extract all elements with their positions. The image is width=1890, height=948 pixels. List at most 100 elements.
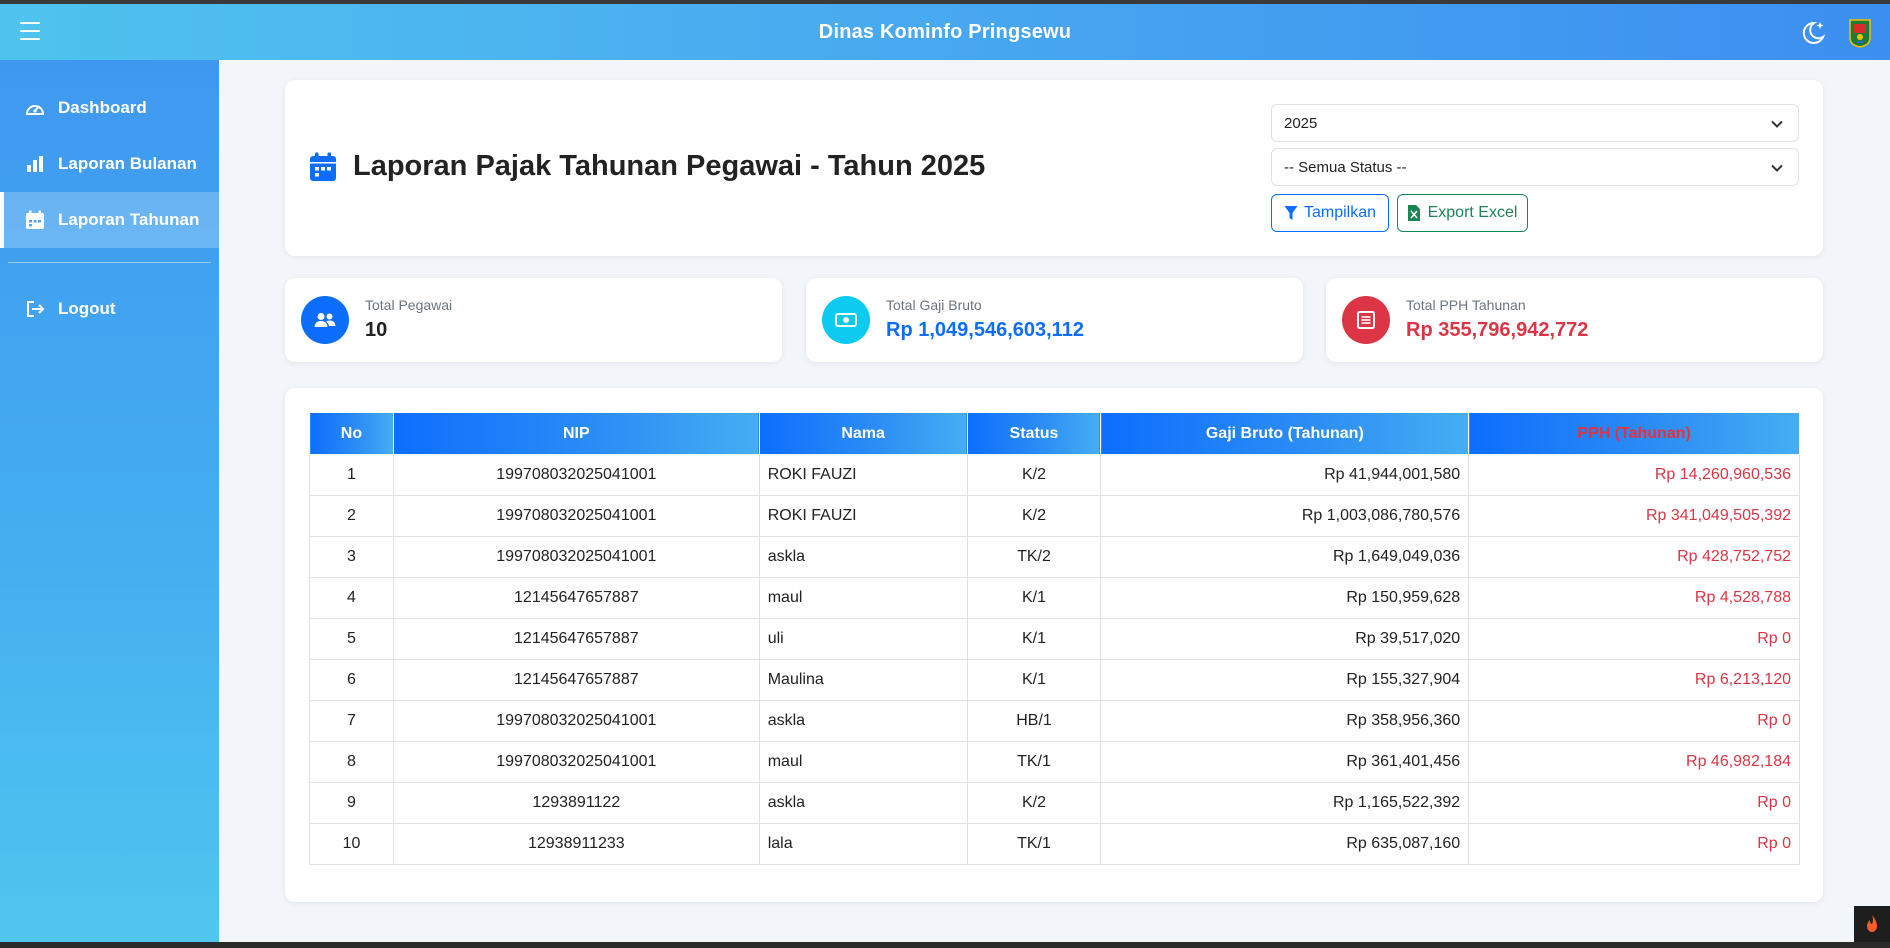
column-header-no[interactable]: No xyxy=(309,412,394,455)
app-brand: Dinas Kominfo Pringsewu xyxy=(818,20,1072,43)
cell-status: K/2 xyxy=(966,782,1102,824)
cell-no: 10 xyxy=(309,823,394,865)
cell-gaji: Rp 358,956,360 xyxy=(1100,700,1470,742)
cell-nip: 199708032025041001 xyxy=(392,700,760,742)
sidebar-item-label: Laporan Tahunan xyxy=(58,210,200,229)
cell-no: 6 xyxy=(309,659,394,701)
cell-nama: maul xyxy=(758,741,968,783)
cell-pph: Rp 428,752,752 xyxy=(1468,536,1800,578)
window-frame-bottom xyxy=(0,942,1890,948)
cell-nama: ROKI FAUZI xyxy=(758,495,968,537)
logout-icon xyxy=(24,298,46,320)
page-title: Laporan Pajak Tahunan Pegawai - Tahun 20… xyxy=(309,150,985,183)
cell-pph: Rp 0 xyxy=(1468,823,1800,865)
sidebar-item-laporan-tahunan[interactable]: Laporan Tahunan xyxy=(0,192,219,248)
stat-label: Total Pegawai xyxy=(365,297,453,313)
status-select[interactable]: -- Semua Status -- xyxy=(1271,148,1799,186)
cell-nama: ROKI FAUZI xyxy=(758,454,968,496)
page-title-text: Laporan Pajak Tahunan Pegawai - Tahun 20… xyxy=(353,150,986,182)
stat-value-total-pegawai: 10 xyxy=(365,319,388,341)
table-row: 6 12145647657887 Maulina K/1 Rp 155,327,… xyxy=(309,659,1800,701)
table-row: 9 1293891122 askla K/2 Rp 1,165,522,392 … xyxy=(309,782,1800,824)
cell-gaji: Rp 1,649,049,036 xyxy=(1100,536,1470,578)
tax-report-table-card: No NIP Nama Status Gaji Bruto (Tahunan) … xyxy=(285,388,1823,902)
cell-no: 2 xyxy=(309,495,394,537)
cell-no: 5 xyxy=(309,618,394,660)
cell-status: K/1 xyxy=(966,659,1102,701)
chevron-down-icon xyxy=(1770,161,1784,175)
calendar-icon xyxy=(24,209,46,231)
export-excel-button[interactable]: Export Excel xyxy=(1397,194,1528,232)
table-row: 5 12145647657887 uli K/1 Rp 39,517,020 R… xyxy=(309,618,1800,660)
column-header-gaji-bruto[interactable]: Gaji Bruto (Tahunan) xyxy=(1100,412,1470,455)
cell-status: K/2 xyxy=(966,454,1102,496)
tax-report-table: No NIP Nama Status Gaji Bruto (Tahunan) … xyxy=(309,412,1800,865)
cell-nip: 199708032025041001 xyxy=(392,741,760,783)
status-select-value: -- Semua Status -- xyxy=(1284,158,1407,176)
stat-label: Total PPH Tahunan xyxy=(1406,297,1526,313)
column-header-nama[interactable]: Nama xyxy=(758,412,968,455)
cell-gaji: Rp 41,944,001,580 xyxy=(1100,454,1470,496)
hamburger-icon[interactable] xyxy=(20,22,40,40)
table-row: 4 12145647657887 maul K/1 Rp 150,959,628… xyxy=(309,577,1800,619)
cell-nama: lala xyxy=(758,823,968,865)
cell-gaji: Rp 635,087,160 xyxy=(1100,823,1470,865)
flame-icon[interactable] xyxy=(1854,906,1890,942)
sidebar-item-label: Laporan Bulanan xyxy=(58,154,197,173)
table-row: 3 199708032025041001 askla TK/2 Rp 1,649… xyxy=(309,536,1800,578)
stat-card-total-pegawai: Total Pegawai 10 xyxy=(285,278,782,362)
cell-nama: askla xyxy=(758,782,968,824)
receipt-icon xyxy=(1342,296,1390,344)
export-excel-button-label: Export Excel xyxy=(1427,204,1518,221)
cash-icon xyxy=(822,296,870,344)
table-row: 1 199708032025041001 ROKI FAUZI K/2 Rp 4… xyxy=(309,454,1800,496)
cell-status: TK/1 xyxy=(966,823,1102,865)
speedometer-icon xyxy=(24,97,46,119)
sidebar-item-laporan-bulanan[interactable]: Laporan Bulanan xyxy=(0,136,219,192)
year-select-value: 2025 xyxy=(1284,114,1318,132)
cell-nip: 12145647657887 xyxy=(392,618,760,660)
chevron-down-icon xyxy=(1770,117,1784,131)
column-header-status[interactable]: Status xyxy=(966,412,1102,455)
tampilkan-button-label: Tampilkan xyxy=(1303,204,1377,221)
table-header-row: No NIP Nama Status Gaji Bruto (Tahunan) … xyxy=(309,412,1800,455)
cell-status: K/1 xyxy=(966,618,1102,660)
cell-nip: 1293891122 xyxy=(392,782,760,824)
cell-status: K/2 xyxy=(966,495,1102,537)
cell-pph: Rp 14,260,960,536 xyxy=(1468,454,1800,496)
stat-label: Total Gaji Bruto xyxy=(886,297,982,313)
stat-card-total-pph: Total PPH Tahunan Rp 355,796,942,772 xyxy=(1326,278,1823,362)
cell-pph: Rp 341,049,505,392 xyxy=(1468,495,1800,537)
stat-value-total-pph: Rp 355,796,942,772 xyxy=(1406,319,1589,341)
bar-chart-icon xyxy=(24,153,46,175)
cell-nip: 12938911233 xyxy=(392,823,760,865)
sidebar-item-dashboard[interactable]: Dashboard xyxy=(0,80,219,136)
cell-pph: Rp 6,213,120 xyxy=(1468,659,1800,701)
cell-no: 3 xyxy=(309,536,394,578)
table-row: 8 199708032025041001 maul TK/1 Rp 361,40… xyxy=(309,741,1800,783)
top-navbar: Dinas Kominfo Pringsewu xyxy=(0,4,1890,60)
people-icon xyxy=(301,296,349,344)
cell-nip: 12145647657887 xyxy=(392,577,760,619)
cell-nip: 199708032025041001 xyxy=(392,536,760,578)
main-content: Laporan Pajak Tahunan Pegawai - Tahun 20… xyxy=(219,60,1890,942)
tampilkan-button[interactable]: Tampilkan xyxy=(1271,194,1389,232)
sidebar: Dashboard Laporan Bulanan Laporan Tahuna… xyxy=(0,60,219,942)
cell-nama: uli xyxy=(758,618,968,660)
cell-no: 8 xyxy=(309,741,394,783)
cell-gaji: Rp 155,327,904 xyxy=(1100,659,1470,701)
cell-nama: maul xyxy=(758,577,968,619)
table-row: 7 199708032025041001 askla HB/1 Rp 358,9… xyxy=(309,700,1800,742)
sidebar-item-logout[interactable]: Logout xyxy=(0,281,219,337)
filter-icon xyxy=(1284,205,1298,221)
cell-status: TK/1 xyxy=(966,741,1102,783)
year-select[interactable]: 2025 xyxy=(1271,104,1799,142)
column-header-pph[interactable]: PPH (Tahunan) xyxy=(1468,412,1800,455)
cell-pph: Rp 0 xyxy=(1468,782,1800,824)
column-header-nip[interactable]: NIP xyxy=(392,412,760,455)
stat-card-total-gaji-bruto: Total Gaji Bruto Rp 1,049,546,603,112 xyxy=(806,278,1303,362)
cell-gaji: Rp 1,003,086,780,576 xyxy=(1100,495,1470,537)
cell-no: 4 xyxy=(309,577,394,619)
cell-nama: askla xyxy=(758,536,968,578)
moon-stars-icon[interactable] xyxy=(1798,18,1828,48)
